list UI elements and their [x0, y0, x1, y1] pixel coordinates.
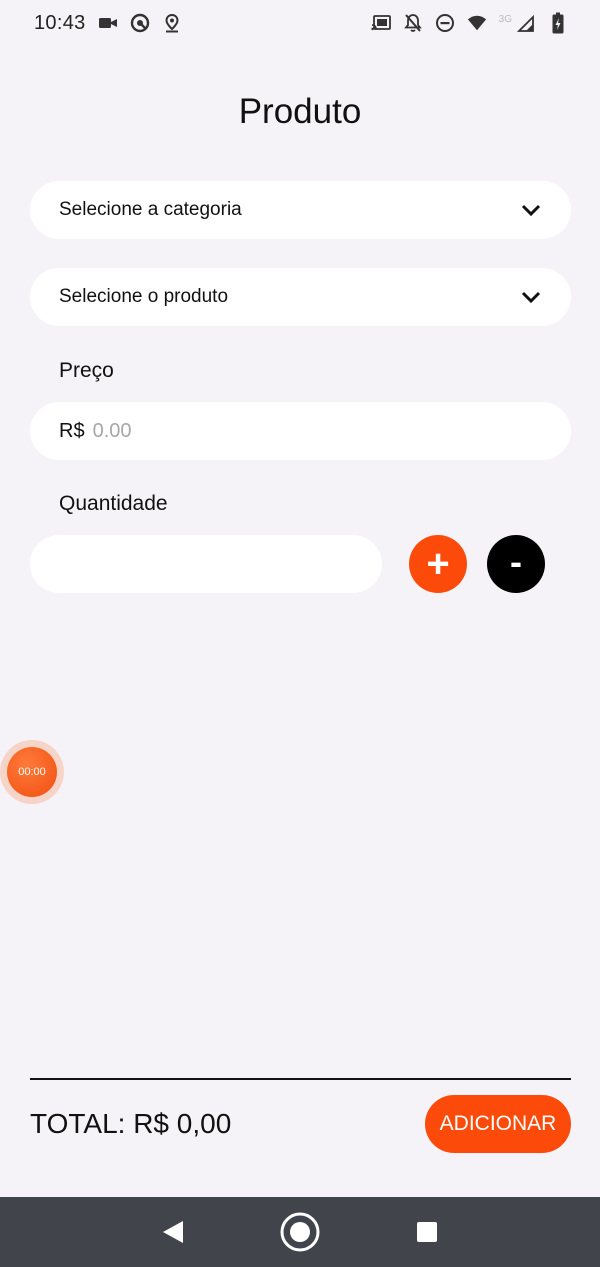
home-circle-icon — [280, 1212, 320, 1252]
category-select-label: Selecione a categoria — [59, 199, 242, 220]
price-field[interactable]: R$ — [30, 402, 571, 460]
status-left: 10:43 — [34, 12, 182, 35]
video-camera-icon — [98, 13, 118, 33]
battery-charging-icon — [548, 12, 568, 34]
chevron-down-icon — [521, 290, 541, 304]
cast-icon — [370, 13, 391, 33]
price-label: Preço — [59, 359, 114, 382]
sync-icon — [130, 13, 150, 33]
location-icon — [162, 13, 182, 33]
network-type-label: 3G — [498, 13, 512, 25]
total-text: TOTAL: R$ 0,00 — [30, 1108, 232, 1139]
chevron-down-icon — [521, 203, 541, 217]
do-not-disturb-icon — [435, 13, 455, 33]
wifi-icon — [467, 13, 487, 33]
plus-icon: + — [426, 542, 450, 586]
quantity-label: Quantidade — [59, 492, 168, 515]
product-select[interactable]: Selecione o produto — [30, 268, 571, 326]
product-select-label: Selecione o produto — [59, 286, 229, 307]
screen-recorder-bubble[interactable]: 00:00 — [0, 740, 64, 804]
price-input[interactable] — [92, 419, 393, 443]
back-button[interactable] — [151, 1210, 195, 1254]
status-time: 10:43 — [34, 11, 86, 34]
add-button[interactable]: ADICIONAR — [425, 1095, 571, 1153]
home-button[interactable] — [278, 1210, 322, 1254]
footer-divider — [30, 1078, 571, 1080]
recents-button[interactable] — [405, 1210, 449, 1254]
status-right: 3G — [370, 12, 568, 34]
product-screen: 10:43 3G Produto Selecione a categoria S… — [0, 0, 600, 1267]
page-title: Produto — [238, 92, 362, 131]
notifications-off-icon — [403, 13, 423, 33]
decrease-quantity-button[interactable]: - — [487, 535, 545, 593]
signal-icon — [516, 13, 536, 33]
navigation-bar — [0, 1197, 600, 1267]
quantity-field[interactable] — [30, 535, 382, 593]
quantity-input[interactable] — [30, 535, 382, 593]
category-select[interactable]: Selecione a categoria — [30, 181, 571, 239]
minus-icon: - — [510, 541, 522, 582]
recents-square-icon — [416, 1222, 437, 1242]
status-bar: 10:43 3G — [0, 0, 600, 46]
increase-quantity-button[interactable]: + — [409, 535, 467, 593]
recorder-timer: 00:00 — [7, 747, 57, 797]
currency-prefix: R$ — [59, 419, 85, 442]
back-triangle-icon — [163, 1221, 184, 1243]
